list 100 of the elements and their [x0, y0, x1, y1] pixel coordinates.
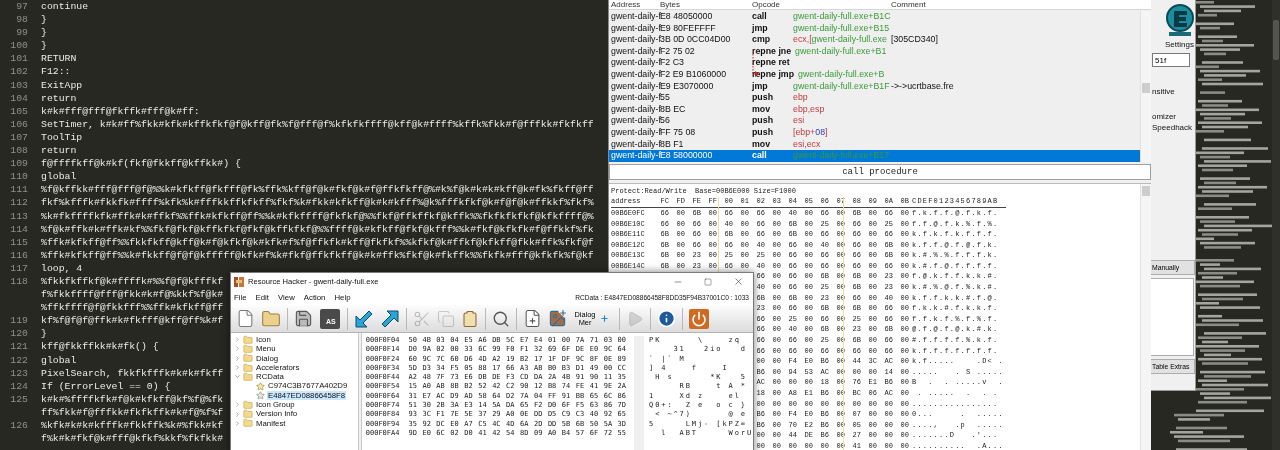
line-number: 124: [9, 379, 28, 393]
line-number: 106: [9, 117, 28, 131]
line-number: 103: [9, 78, 28, 92]
option-label: omizer: [1152, 112, 1176, 121]
code-line: fkf%kfffk#fkkfk#ffff%kfk%k#fffkkffkfkff%fkf%k#fkk#kfkff@k#k#kfff%@k%fffkfkf@k#f@f@k#ffkkf%fkf%: [41, 196, 594, 210]
code-line: loop, 4: [41, 261, 83, 275]
code-line: k#k#%ffffkfk#f@k#kfkff@kf%f@%fk: [41, 392, 224, 406]
arrow-icon[interactable]: [380, 308, 400, 329]
chevron-icon[interactable]: [234, 364, 241, 372]
folder-icon: [243, 353, 253, 364]
code-line: }: [41, 327, 47, 341]
maximize-icon[interactable]: [704, 277, 712, 286]
add-image-icon[interactable]: [548, 309, 567, 328]
scrollbar[interactable]: [1140, 183, 1151, 450]
code-line: ff%fkk#f@fffkk#fkfkffk#k#f@%f%f: [41, 405, 224, 419]
column-header[interactable]: Address: [611, 0, 660, 9]
chevron-icon[interactable]: [234, 419, 241, 427]
code-line: PixelSearch, fkkfkfffk#k#k#fkff: [41, 366, 224, 380]
code-line: %ffk#kfkff@ff%%fkkfkff@kff@k#f@kfkf@k#kfk#f%f@ffkfk#kff@fkfkf%%kfkf@k#ffkf@kfkff@fkk#ffk%fkf@f: [41, 235, 594, 249]
code-line: return: [41, 144, 77, 158]
code-line: %f@kffkk#fff@fff@f@%%k#kfkff@fkfff@fk%ffk%kff@f@k#fkf@k#f@ffkfkff@%#k%f@k#k#k#kff@k#fk%fkff@ff: [41, 183, 594, 197]
code-line: k#k#fff@fff@fkffk#fff@k#ff:: [41, 104, 200, 118]
line-number: 99: [15, 26, 28, 40]
close-icon[interactable]: [732, 276, 744, 287]
column-header[interactable]: Bytes: [660, 0, 752, 9]
clipboard-icon[interactable]: [461, 309, 479, 328]
chevron-icon[interactable]: [234, 401, 241, 409]
chevron-icon[interactable]: [234, 373, 241, 381]
code-line: %k#fkffffkfk#ffk#k#ffkf%%ffk#kfkff@ff%%k#kfkffff@fkfkf@%%fkf@ffkffkf@kffk%%fkfkfkfkf@kfkffff@%: [41, 209, 594, 223]
line-number: 113: [9, 209, 28, 223]
code-line: ExitApp: [41, 78, 83, 92]
code-line: %ffkffff@f@fkkfff%%ffk#kfkff@ff: [41, 301, 224, 315]
line-number: 105: [9, 104, 28, 118]
folder-icon[interactable]: [261, 308, 281, 329]
line-number: 112: [9, 196, 28, 210]
column-header[interactable]: Opcode: [752, 0, 891, 9]
line-number: 115: [9, 235, 28, 249]
code-line: F12::: [41, 65, 71, 79]
status-bar: call procedure: [609, 163, 1151, 180]
line-number: 118: [9, 274, 28, 289]
disassembly-row[interactable]: gwent-daily-f3B 0D 0CC04D00 cmp ecx,[gwent-daily-full.exe [305CD340]: [609, 34, 1140, 46]
settings-label[interactable]: Settings: [1165, 40, 1194, 49]
disassembly-row[interactable]: gwent-daily-f8B F1 mov esi,ecx: [609, 138, 1140, 151]
disassembly-row[interactable]: gwent-daily-fE9 80FEFFFF jmp gwent-daily-full.exe+B15: [609, 22, 1140, 35]
code-line: SetTimer, k#k#ff%fkk#kfk#kffkfkf@f@kff@fk%f@fff@f%kfkfkffff@kff@k#ffff%kffk%fkk#f@fffkk#fkfkff: [41, 117, 594, 131]
code-line: f@ffffkff@k#kf(fkf@fkkff@kffkk#) {: [41, 157, 241, 171]
line-number: 123: [9, 366, 28, 380]
folder-icon: [243, 343, 253, 354]
scrollbar[interactable]: [1272, 0, 1280, 450]
line-number: 101: [9, 52, 28, 66]
code-line: continue: [41, 0, 89, 14]
line-number: 111: [9, 183, 28, 197]
folder-icon: [243, 371, 253, 382]
chevron-icon[interactable]: [234, 345, 241, 353]
power-icon[interactable]: [689, 308, 709, 329]
line-number: 109: [9, 157, 28, 171]
value-field[interactable]: 51f: [1152, 53, 1190, 67]
disassembly-row[interactable]: gwent-daily-fFF 75 08 push [ebp+08]: [609, 126, 1140, 139]
star-icon: [256, 390, 265, 400]
disassembly-row[interactable]: gwent-daily-f8B EC mov ebp,esp: [609, 103, 1140, 116]
disassembly-row[interactable]: gwent-daily-fF2 75 02 repne jne gwent-daily-full.exe+B1: [609, 45, 1140, 58]
line-number: 120: [9, 327, 28, 341]
scrollbar[interactable]: [1140, 11, 1151, 162]
line-number: 97: [15, 0, 28, 14]
disassembly-row[interactable]: gwent-daily-fF2 C3 repne ret: [609, 57, 1140, 69]
code-line: ToolTip: [41, 130, 83, 145]
line-number: 126: [9, 419, 28, 433]
chevron-icon[interactable]: [234, 410, 241, 418]
arrow-icon[interactable]: [354, 308, 374, 329]
code-line: global: [41, 353, 77, 367]
option-label: Speedhack: [1152, 123, 1193, 132]
chevron-icon[interactable]: [234, 354, 241, 362]
line-number: 114: [9, 222, 28, 236]
folder-icon: [243, 409, 253, 420]
line-number: 104: [9, 91, 28, 105]
line-number: 102: [9, 65, 28, 79]
chevron-icon[interactable]: [234, 336, 241, 344]
plus-icon: [600, 314, 609, 323]
line-number: 117: [9, 261, 28, 275]
line-number: 122: [9, 353, 28, 367]
line-number: 107: [9, 130, 28, 145]
disassembly-row[interactable]: gwent-daily-f55 push ebp: [609, 92, 1140, 104]
add-file-icon[interactable]: [523, 309, 542, 328]
page-icon[interactable]: [236, 309, 255, 328]
line-number: 110: [9, 170, 28, 184]
code-line: RETURN: [41, 52, 77, 66]
disassembly-row[interactable]: gwent-daily-fE9 E3070000 jmp gwent-daily-full.exe+B1F ->->ucrtbase.fre: [609, 80, 1140, 93]
line-number: 100: [9, 39, 28, 53]
disassembly-row[interactable]: gwent-daily-fE8 48050000 call gwent-daily-full.exe+B1C: [609, 11, 1140, 23]
code-line: %fkkfkffkf@k#ffffk#%%f@f@kfffkf: [41, 274, 224, 289]
disassembly-row[interactable]: gwent-daily-f56 push esi: [609, 115, 1140, 127]
code-line: kff@fkkffkk#k#fk() {: [41, 340, 159, 354]
line-number: 119: [9, 314, 28, 328]
disassembly-row[interactable]: gwent-daily-fE8 58000000 call gwent-daily-full.exe+B17: [609, 150, 1140, 162]
column-header[interactable]: Comment: [891, 0, 1151, 9]
code-line: }: [41, 26, 47, 40]
code-line: %f@k#ffk#k#ffk#kf%%fkf@fkf@kffkfkf@fkf@kffkfkf@%%ffff@k#kfkff@fkf@kfff%%k#fkf@kfkfk#f@ffkkf%fk: [41, 222, 594, 236]
info-icon[interactable]: [657, 309, 676, 328]
code-line: return: [41, 91, 77, 105]
search-icon[interactable]: [492, 309, 510, 328]
